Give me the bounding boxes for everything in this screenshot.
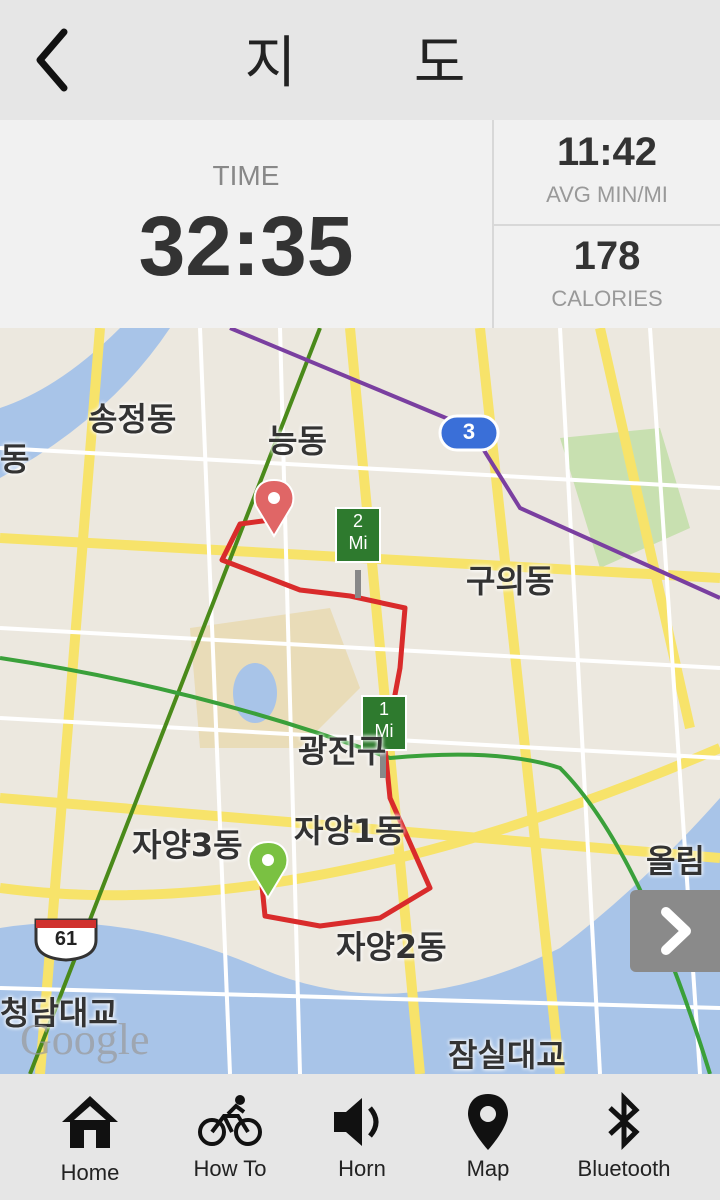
time-label: TIME — [212, 160, 280, 191]
time-stat: TIME 32:35 — [0, 120, 494, 328]
next-page-button[interactable] — [630, 890, 720, 972]
bluetooth-icon — [608, 1092, 640, 1151]
calories-stat: 178 CALORIES — [494, 224, 720, 328]
header-bar: 지 도 — [0, 0, 720, 120]
google-watermark: Google — [20, 1015, 150, 1064]
nav-map-label: Map — [466, 1156, 510, 1181]
map-label-songjeong: 송정동 — [88, 400, 177, 438]
map-label-jamsil: 잠실대교 — [448, 1036, 566, 1074]
start-pin-dot — [262, 854, 274, 866]
end-pin-dot — [268, 492, 280, 504]
nav-map[interactable]: Map — [416, 1074, 560, 1200]
calories-label: CALORIES — [551, 286, 663, 311]
nav-bluetooth-label: Bluetooth — [577, 1156, 671, 1181]
nav-horn[interactable]: Horn — [290, 1074, 434, 1200]
mile2-number: 2 — [352, 511, 363, 531]
bottom-navigation: Home How To Horn Map Bluetooth — [0, 1074, 720, 1200]
chevron-right-icon — [661, 907, 691, 955]
pace-label: AVG MIN/MI — [546, 182, 668, 207]
mile1-number: 1 — [378, 699, 389, 719]
bicycle-icon — [198, 1095, 262, 1146]
pace-stat: 11:42 AVG MIN/MI — [494, 120, 720, 226]
nav-home-label: Home — [60, 1160, 120, 1185]
route-3-label: 3 — [462, 419, 476, 444]
nav-howto[interactable]: How To — [158, 1074, 302, 1200]
speaker-icon — [334, 1098, 379, 1146]
mile2-post — [355, 570, 361, 598]
route-map[interactable]: 송정동 능동 동 구의동 광진구 자양1동 자양3동 올림 자양2동 청담대교 … — [0, 328, 720, 1074]
nav-howto-label: How To — [193, 1156, 267, 1181]
map-label-dong-edge: 동 — [0, 440, 30, 478]
workout-stats-panel: TIME 32:35 11:42 AVG MIN/MI 178 CALORIES — [0, 120, 720, 328]
nav-bluetooth[interactable]: Bluetooth — [552, 1074, 696, 1200]
calories-value: 178 — [573, 234, 641, 278]
mile1-unit: Mi — [374, 721, 394, 741]
map-label-jayang1: 자양1동 — [294, 812, 405, 850]
map-pin-icon — [468, 1094, 508, 1150]
mile2-label: 2 Mi — [336, 510, 380, 554]
mile2-unit: Mi — [348, 533, 368, 553]
time-value: 32:35 — [138, 199, 354, 293]
nav-horn-label: Horn — [338, 1156, 386, 1181]
nav-home[interactable]: Home — [18, 1074, 162, 1200]
map-label-guui: 구의동 — [466, 562, 555, 600]
map-label-jayang2: 자양2동 — [336, 928, 447, 966]
highway-61-band — [36, 920, 96, 928]
map-label-neungdong: 능동 — [268, 422, 327, 460]
home-icon — [62, 1096, 118, 1148]
mile1-label: 1 Mi — [362, 698, 406, 742]
highway-61-label: 61 — [54, 928, 78, 950]
pace-value: 11:42 — [556, 130, 658, 174]
end-pin-icon — [253, 478, 295, 538]
page-title: 지 도 — [244, 31, 516, 96]
map-label-olympic: 올림 — [646, 842, 705, 880]
map-label-jayang3: 자양3동 — [132, 826, 243, 864]
